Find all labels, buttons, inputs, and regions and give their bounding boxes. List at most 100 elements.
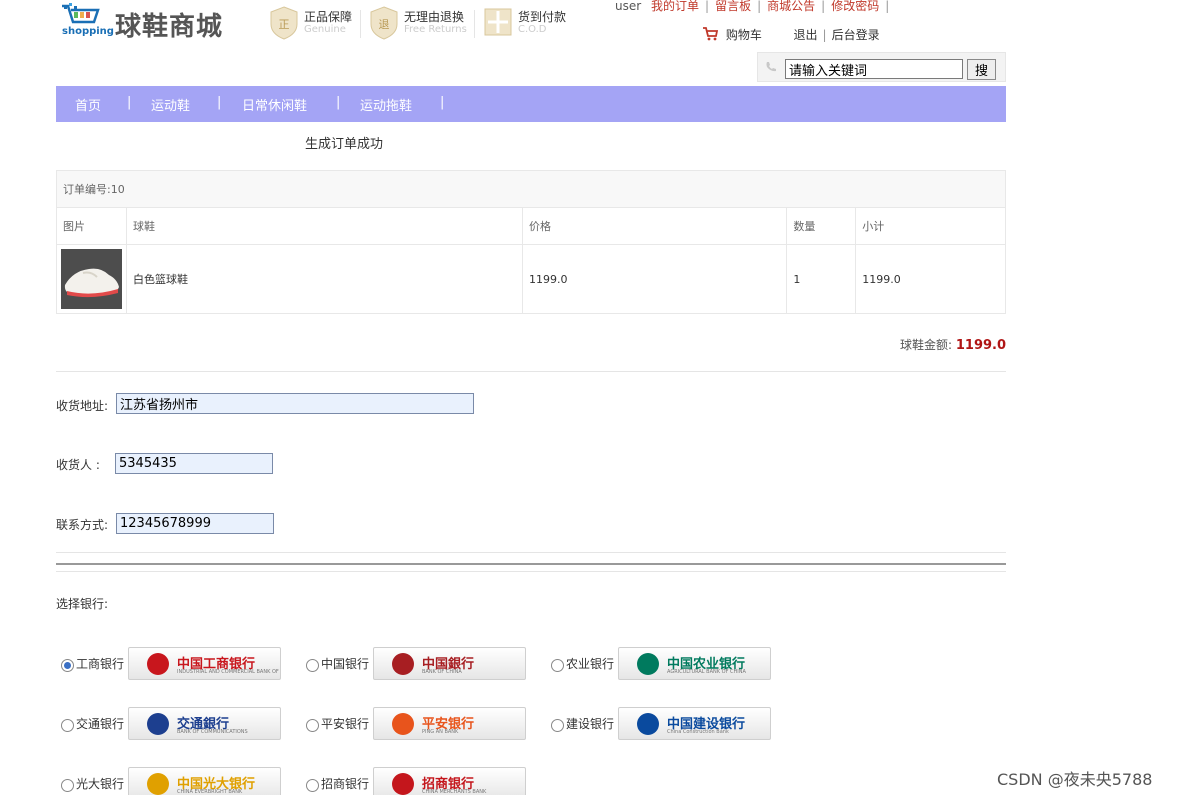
phone-label: 联系方式: <box>56 518 109 532</box>
my-orders-link[interactable]: 我的订单 <box>651 0 699 13</box>
message-board-link[interactable]: 留言板 <box>715 0 751 13</box>
bank-option-boc[interactable]: 中国银行 中国銀行 BANK OF CHINA <box>306 647 528 681</box>
bank-option-cmb[interactable]: 招商银行 招商银行 CHINA MERCHANTS BANK <box>306 767 528 795</box>
bank-option-ccb[interactable]: 建设银行 中国建设银行 China Construction Bank <box>551 707 773 741</box>
nav-item-casual-shoes[interactable]: 日常休闲鞋 <box>242 95 307 114</box>
phone-field[interactable] <box>116 513 274 534</box>
nav-separator: | <box>440 95 445 110</box>
bank-logo-subtext: CHINA MERCHANTS BANK <box>422 789 487 795</box>
bank-logo-subtext: INDUSTRIAL AND COMMERCIAL BANK OF CHINA <box>177 669 280 675</box>
bank-logo-subtext: BANK OF COMMUNICATIONS <box>177 729 248 735</box>
promo-free-returns: 退 无理由退换 Free Returns <box>370 6 474 40</box>
column-header-image: 图片 <box>56 207 127 245</box>
cart-line: 购物车 退出 | 后台登录 <box>702 26 880 43</box>
bank-logo-ceb[interactable]: 中国光大银行 CHINA EVERBRIGHT BANK <box>128 767 281 795</box>
username: user <box>615 0 642 13</box>
nav-separator: | <box>127 95 132 110</box>
bank-label: 平安银行 <box>321 717 370 731</box>
bank-label: 光大银行 <box>76 777 125 791</box>
nav-item-home[interactable]: 首页 <box>75 95 101 114</box>
table-header-row: 图片 球鞋 价格 数量 小计 <box>56 207 1006 245</box>
address-field[interactable] <box>116 393 474 414</box>
order-table: 订单编号:10 图片 球鞋 价格 数量 小计 白色篮球鞋 1199.0 1 11… <box>56 170 1006 314</box>
search-input[interactable] <box>785 59 963 79</box>
link-separator: | <box>757 0 762 13</box>
bank-radio[interactable] <box>306 779 319 792</box>
nav-separator: | <box>336 95 341 110</box>
admin-login-link[interactable]: 后台登录 <box>832 28 880 42</box>
bank-label: 工商银行 <box>76 657 125 671</box>
nav-item-sports-shoes[interactable]: 运动鞋 <box>151 95 190 114</box>
bank-logo-subtext: China Construction Bank <box>667 729 729 735</box>
bank-radio[interactable] <box>61 659 74 672</box>
promo-title: 货到付款 <box>518 10 567 24</box>
bank-logo-ccb[interactable]: 中国建设银行 China Construction Bank <box>618 707 771 740</box>
bank-logo-cmb[interactable]: 招商银行 CHINA MERCHANTS BANK <box>373 767 526 795</box>
promo-cod: 货到付款 C.O.D <box>484 6 574 40</box>
product-image-cell <box>56 244 127 314</box>
logo-wordmark: shopping <box>62 26 114 37</box>
bank-label: 建设银行 <box>566 717 615 731</box>
svg-text:退: 退 <box>379 18 390 31</box>
bank-logo-bocom[interactable]: 交通銀行 BANK OF COMMUNICATIONS <box>128 707 281 740</box>
link-separator: | <box>885 0 890 13</box>
search-button[interactable]: 搜 <box>967 59 996 80</box>
change-password-link[interactable]: 修改密码 <box>831 0 879 13</box>
bank-emblem-icon <box>392 773 414 795</box>
bank-logo-icbc[interactable]: 中国工商银行 INDUSTRIAL AND COMMERCIAL BANK OF … <box>128 647 281 680</box>
order-id-row: 订单编号:10 <box>56 170 1006 208</box>
bank-option-abc[interactable]: 农业银行 中国农业银行 AGRICULTURAL BANK OF CHINA <box>551 647 773 681</box>
bank-label: 交通银行 <box>76 717 125 731</box>
total-label: 球鞋金额: <box>900 338 953 352</box>
logout-link[interactable]: 退出 <box>794 28 818 42</box>
bank-emblem-icon <box>392 653 414 675</box>
bank-radio[interactable] <box>551 659 564 672</box>
bank-emblem-icon <box>392 713 414 735</box>
cart-link[interactable]: 购物车 <box>726 28 762 42</box>
promo-subtitle: Genuine <box>304 24 346 35</box>
product-image[interactable] <box>61 249 122 309</box>
product-price: 1199.0 <box>521 244 788 314</box>
bank-radio[interactable] <box>551 719 564 732</box>
main-nav: 首页 | 运动鞋 | 日常休闲鞋 | 运动拖鞋 | <box>56 86 1006 122</box>
column-header-quantity: 数量 <box>786 207 857 245</box>
bank-option-icbc[interactable]: 工商银行 中国工商银行 INDUSTRIAL AND COMMERCIAL BANK… <box>61 647 283 681</box>
bank-logo-abc[interactable]: 中国农业银行 AGRICULTURAL BANK OF CHINA <box>618 647 771 680</box>
bank-logo-pingan[interactable]: 平安银行 PING AN BANK <box>373 707 526 740</box>
bank-radio[interactable] <box>61 719 74 732</box>
bank-logo-subtext: CHINA EVERBRIGHT BANK <box>177 789 243 795</box>
site-name[interactable]: 球鞋商城 <box>115 6 223 43</box>
link-separator: | <box>821 0 826 13</box>
top-links: user 我的订单 | 留言板 | 商城公告 | 修改密码 | <box>615 0 895 14</box>
order-id: 订单编号:10 <box>56 170 1006 208</box>
promo-title: 正品保障 <box>304 10 353 24</box>
bank-logo-subtext: PING AN BANK <box>422 729 459 735</box>
bank-emblem-icon <box>637 713 659 735</box>
bank-radio[interactable] <box>306 659 319 672</box>
promo-subtitle: C.O.D <box>518 24 547 35</box>
bank-radio[interactable] <box>306 719 319 732</box>
column-header-price: 价格 <box>521 207 788 245</box>
phone-icon <box>766 62 776 72</box>
bank-label: 中国银行 <box>321 657 370 671</box>
total-value: 1199.0 <box>955 338 1007 353</box>
link-separator: | <box>705 0 710 13</box>
divider <box>56 571 1006 572</box>
bank-logo-boc[interactable]: 中国銀行 BANK OF CHINA <box>373 647 526 680</box>
bank-select-title: 选择银行: <box>56 597 109 611</box>
column-header-shoe: 球鞋 <box>126 207 523 245</box>
bank-option-bocom[interactable]: 交通银行 交通銀行 BANK OF COMMUNICATIONS <box>61 707 283 741</box>
product-name: 白色篮球鞋 <box>126 244 523 314</box>
bank-logo-subtext: AGRICULTURAL BANK OF CHINA <box>667 669 746 675</box>
address-label: 收货地址: <box>56 399 109 413</box>
cart-icon <box>703 27 719 41</box>
announcements-link[interactable]: 商城公告 <box>767 0 815 13</box>
bank-emblem-icon <box>147 653 169 675</box>
nav-item-slippers[interactable]: 运动拖鞋 <box>360 95 412 114</box>
bank-emblem-icon <box>637 653 659 675</box>
bank-radio[interactable] <box>61 779 74 792</box>
bank-label: 招商银行 <box>321 777 370 791</box>
bank-option-ceb[interactable]: 光大银行 中国光大银行 CHINA EVERBRIGHT BANK <box>61 767 283 795</box>
receiver-field[interactable] <box>115 453 273 474</box>
bank-option-pingan[interactable]: 平安银行 平安银行 PING AN BANK <box>306 707 528 741</box>
